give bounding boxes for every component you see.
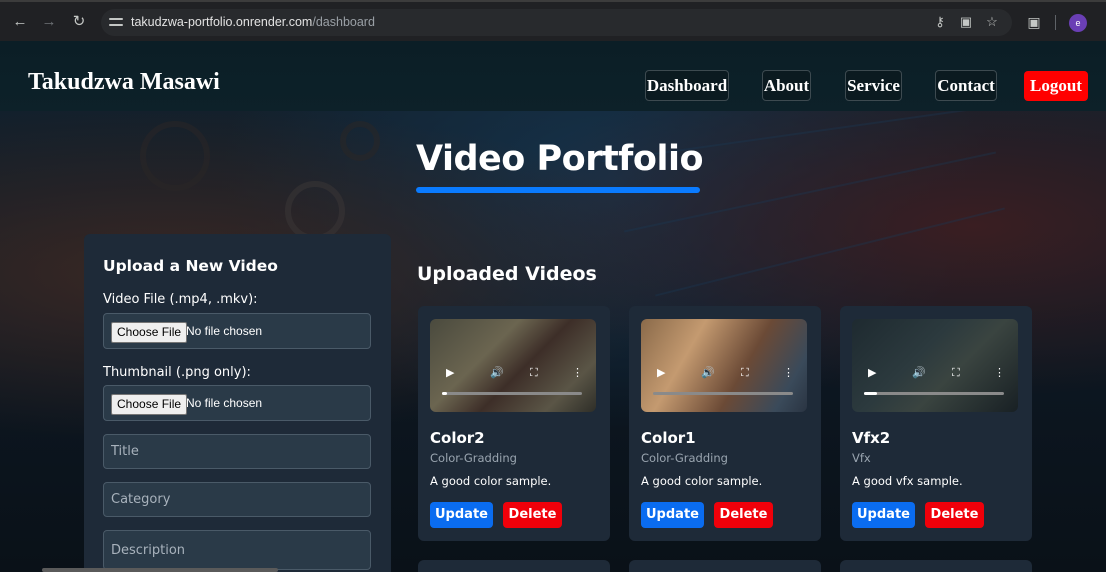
more-options-icon[interactable]: ⋮ xyxy=(783,367,794,379)
video-progress-fill xyxy=(864,392,877,395)
fullscreen-icon[interactable]: ⛶ xyxy=(530,367,538,379)
play-icon[interactable]: ▶ xyxy=(446,367,454,379)
update-button[interactable]: Update xyxy=(430,502,493,528)
video-card: ▶ 🔊 ⛶ ⋮ Color1 Color-Gradding A good col… xyxy=(629,306,821,541)
description-input[interactable] xyxy=(103,530,371,570)
play-icon[interactable]: ▶ xyxy=(868,367,876,379)
video-description: A good color sample. xyxy=(641,474,763,488)
play-icon[interactable]: ▶ xyxy=(657,367,665,379)
horizontal-scrollbar[interactable] xyxy=(42,568,278,572)
thumbnail-label: Thumbnail (.png only): xyxy=(103,365,251,380)
upload-panel: Upload a New Video Video File (.mp4, .mk… xyxy=(84,234,391,572)
back-icon[interactable]: ← xyxy=(10,12,30,32)
video-card: ▶ 🔊 ⛶ ⋮ Vfx2 Vfx A good vfx sample. Upda… xyxy=(840,306,1032,541)
site-info-icon[interactable] xyxy=(109,15,123,29)
video-progress-bar[interactable] xyxy=(442,392,582,395)
brand-title: Takudzwa Masawi xyxy=(28,69,220,95)
delete-button[interactable]: Delete xyxy=(925,502,984,528)
delete-button[interactable]: Delete xyxy=(503,502,562,528)
lens-decoration xyxy=(285,181,345,241)
video-card xyxy=(629,560,821,572)
key-icon[interactable]: ⚷ xyxy=(932,14,948,30)
video-card: ▶ 🔊 ⛶ ⋮ Color2 Color-Gradding A good col… xyxy=(418,306,610,541)
update-button[interactable]: Update xyxy=(852,502,915,528)
video-description: A good color sample. xyxy=(430,474,552,488)
video-player[interactable]: ▶ 🔊 ⛶ ⋮ xyxy=(430,319,596,412)
address-bar[interactable]: takudzwa-portfolio.onrender.com/dashboar… xyxy=(101,9,1012,36)
logout-button[interactable]: Logout xyxy=(1024,71,1088,101)
url-text[interactable]: takudzwa-portfolio.onrender.com/dashboar… xyxy=(131,15,375,29)
reload-icon[interactable]: ↻ xyxy=(69,12,89,32)
more-options-icon[interactable]: ⋮ xyxy=(572,367,583,379)
video-file-status: No file chosen xyxy=(186,324,263,338)
forward-icon[interactable]: → xyxy=(39,12,59,32)
fullscreen-icon[interactable]: ⛶ xyxy=(741,367,749,379)
video-player[interactable]: ▶ 🔊 ⛶ ⋮ xyxy=(641,319,807,412)
profile-avatar[interactable]: e xyxy=(1069,14,1087,32)
light-streak xyxy=(655,207,1005,297)
thumbnail-file-input[interactable]: Choose File No file chosen xyxy=(103,385,371,421)
video-title: Color1 xyxy=(641,429,696,447)
install-app-icon[interactable]: ▣ xyxy=(958,14,974,30)
upload-heading: Upload a New Video xyxy=(103,257,278,275)
bookmark-star-icon[interactable]: ☆ xyxy=(984,14,1000,30)
video-player[interactable]: ▶ 🔊 ⛶ ⋮ xyxy=(852,319,1018,412)
film-reel-decoration xyxy=(140,121,210,191)
fullscreen-icon[interactable]: ⛶ xyxy=(952,367,960,379)
video-card xyxy=(418,560,610,572)
nav-contact[interactable]: Contact xyxy=(935,70,997,101)
knob-decoration xyxy=(340,121,380,161)
uploaded-videos-heading: Uploaded Videos xyxy=(417,263,597,285)
nav-about[interactable]: About xyxy=(762,70,811,101)
volume-icon[interactable]: 🔊 xyxy=(701,367,715,379)
page-title: Video Portfolio xyxy=(416,139,704,179)
extensions-icon[interactable]: ▣ xyxy=(1026,14,1042,30)
video-title: Color2 xyxy=(430,429,485,447)
title-underline xyxy=(416,187,700,193)
video-choose-file-button[interactable]: Choose File xyxy=(111,322,188,343)
browser-toolbar: ← → ↻ takudzwa-portfolio.onrender.com/da… xyxy=(0,0,1106,41)
volume-icon[interactable]: 🔊 xyxy=(912,367,926,379)
volume-icon[interactable]: 🔊 xyxy=(490,367,504,379)
more-options-icon[interactable]: ⋮ xyxy=(994,367,1005,379)
title-input[interactable] xyxy=(103,434,371,469)
video-progress-fill xyxy=(442,392,447,395)
update-button[interactable]: Update xyxy=(641,502,704,528)
video-title: Vfx2 xyxy=(852,429,891,447)
toolbar-divider xyxy=(1055,15,1056,30)
video-progress-bar[interactable] xyxy=(653,392,793,395)
thumbnail-choose-file-button[interactable]: Choose File xyxy=(111,394,188,415)
nav-service[interactable]: Service xyxy=(845,70,902,101)
video-file-label: Video File (.mp4, .mkv): xyxy=(103,292,258,307)
nav-dashboard[interactable]: Dashboard xyxy=(645,70,729,101)
thumbnail-file-status: No file chosen xyxy=(186,396,263,410)
video-category: Color-Gradding xyxy=(430,451,517,465)
video-card xyxy=(840,560,1032,572)
video-file-input[interactable]: Choose File No file chosen xyxy=(103,313,371,349)
video-category: Vfx xyxy=(852,451,871,465)
video-progress-bar[interactable] xyxy=(864,392,1004,395)
site-header: Takudzwa Masawi Dashboard About Service … xyxy=(0,41,1106,111)
video-category: Color-Gradding xyxy=(641,451,728,465)
delete-button[interactable]: Delete xyxy=(714,502,773,528)
video-description: A good vfx sample. xyxy=(852,474,963,488)
category-input[interactable] xyxy=(103,482,371,517)
